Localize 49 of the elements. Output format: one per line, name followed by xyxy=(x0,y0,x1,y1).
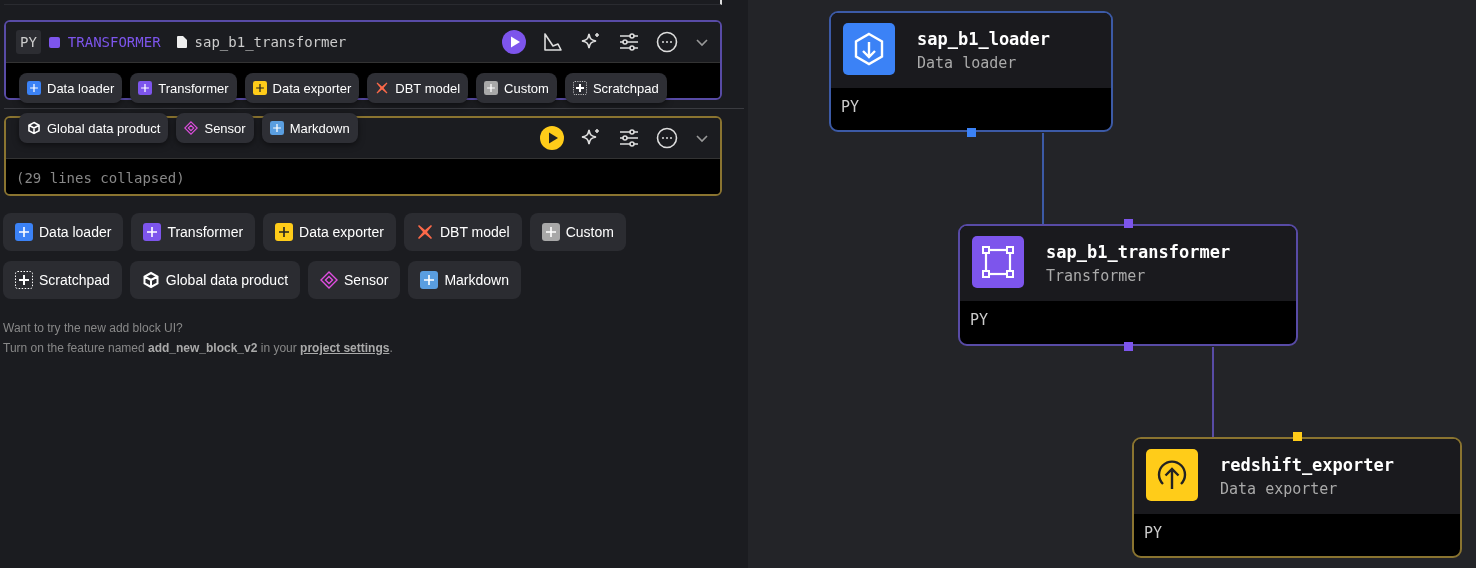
block-filename: sap_b1_transformer xyxy=(194,34,347,50)
add-block-button[interactable]: Transformer xyxy=(130,73,237,103)
node-title: redshift_exporter xyxy=(1220,455,1394,475)
more-icon[interactable] xyxy=(656,127,678,149)
add-block-button[interactable]: Scratchpad xyxy=(564,73,667,103)
add-block-button[interactable]: Data loader xyxy=(19,73,123,103)
more-icon[interactable] xyxy=(656,31,678,53)
block-node[interactable]: sap_b1_transformer Transformer PY xyxy=(958,224,1298,346)
port-handle[interactable] xyxy=(1292,432,1302,441)
port-handle[interactable] xyxy=(1123,342,1133,351)
add-block-button[interactable]: DBT model xyxy=(403,213,522,251)
collapsed-note: (29 lines collapsed) xyxy=(16,170,185,186)
add-block-button[interactable]: Sensor xyxy=(176,113,254,143)
add-block-button[interactable]: Sensor xyxy=(308,261,401,299)
play-icon[interactable] xyxy=(540,126,564,150)
add-block-button[interactable]: Scratchpad xyxy=(3,261,122,299)
sliders-icon[interactable] xyxy=(618,31,640,53)
add-block-button[interactable]: Data loader xyxy=(3,213,124,251)
language-label: PY xyxy=(970,311,989,329)
language-label: PY xyxy=(841,98,860,116)
block-node[interactable]: sap_b1_loader Data loader PY xyxy=(829,11,1113,132)
add-block-button[interactable]: Custom xyxy=(529,213,626,251)
add-block-button[interactable]: Transformer xyxy=(131,213,256,251)
add-block-button[interactable]: DBT model xyxy=(367,73,469,103)
block-type: TRANSFORMER xyxy=(67,34,161,50)
port-handle[interactable] xyxy=(966,128,976,137)
add-block-button[interactable]: Custom xyxy=(476,73,557,103)
play-icon[interactable] xyxy=(502,30,526,54)
hint-text: Turn on the feature named add_new_block_v2 in your project settings. xyxy=(3,340,394,357)
node-title: sap_b1_transformer xyxy=(1046,242,1231,262)
language-badge: PY xyxy=(16,30,41,54)
add-block-button[interactable]: Global data product xyxy=(129,261,301,299)
node-type: Data loader xyxy=(917,54,1018,72)
add-block-button[interactable]: Markdown xyxy=(408,261,521,299)
block-node[interactable]: redshift_exporter Data exporter PY xyxy=(1132,437,1462,558)
language-label: PY xyxy=(1144,524,1163,542)
node-type: Data exporter xyxy=(1220,480,1339,498)
hint-text: Want to try the new add block UI? xyxy=(3,320,184,337)
node-title: sap_b1_loader xyxy=(917,29,1051,49)
file-icon xyxy=(176,36,187,48)
chart-icon[interactable] xyxy=(542,31,564,53)
port-handle[interactable] xyxy=(1123,219,1133,228)
add-block-button[interactable]: Data exporter xyxy=(244,73,360,103)
node-type: Transformer xyxy=(1046,267,1147,285)
color-square-icon xyxy=(48,36,60,48)
add-block-button[interactable]: Markdown xyxy=(261,113,358,143)
add-block-button[interactable]: Data exporter xyxy=(263,213,396,251)
sliders-icon[interactable] xyxy=(618,127,640,149)
add-block-button[interactable]: Global data product xyxy=(19,113,169,143)
